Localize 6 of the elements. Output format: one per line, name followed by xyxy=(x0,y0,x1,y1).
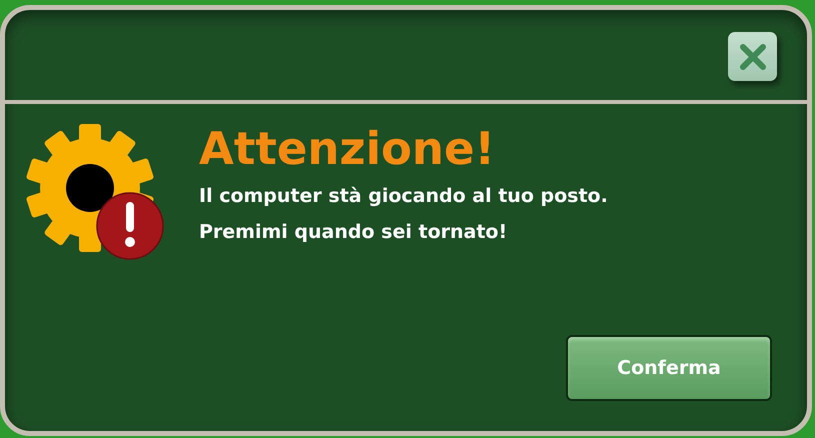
message-text: Il computer stà giocando al tuo posto. xyxy=(199,184,609,208)
close-icon xyxy=(738,42,768,72)
close-button[interactable] xyxy=(728,32,777,81)
message-text: Premimi quando sei tornato! xyxy=(199,220,508,244)
confirm-button[interactable]: Conferma xyxy=(566,335,772,401)
dialog-heading: Attenzione! xyxy=(199,124,496,174)
